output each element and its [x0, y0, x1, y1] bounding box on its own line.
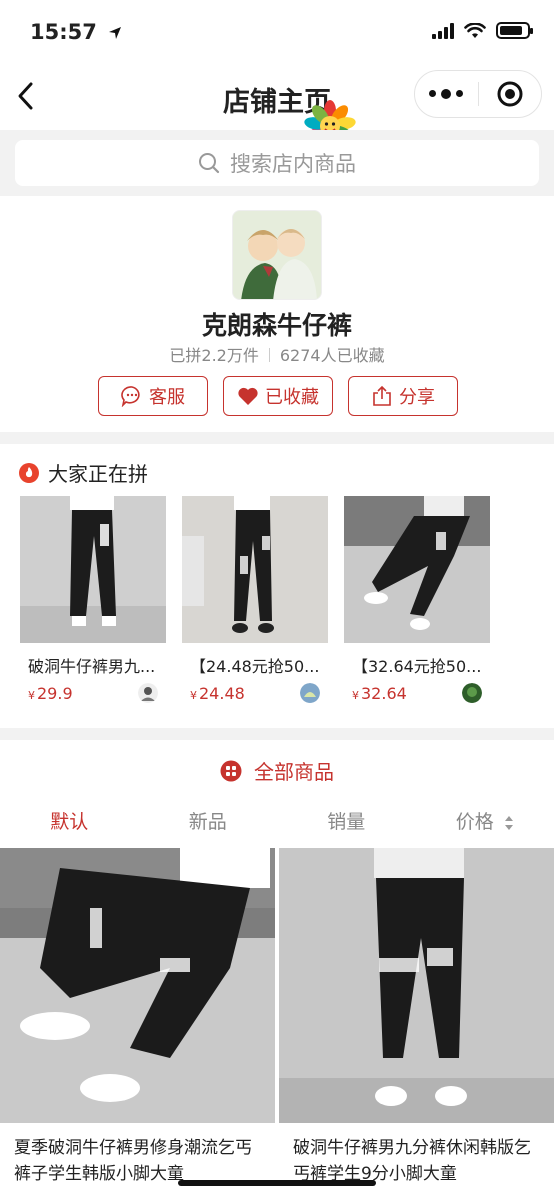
group-product-item[interactable]: 破洞牛仔裤男九... ¥29.9 — [20, 496, 166, 703]
search-input[interactable]: 搜索店内商品 — [15, 140, 539, 186]
search-area: 搜索店内商品 — [0, 130, 554, 196]
sort-tab-price-label: 价格 — [455, 811, 494, 833]
customer-service-button[interactable]: 客服 — [98, 376, 208, 416]
goods-item[interactable]: 破洞牛仔裤男九分裤休闲韩版乞丐裤学生9分小脚大童 — [279, 848, 554, 1187]
product-image[interactable] — [182, 496, 328, 643]
group-section-title: 大家正在拼 — [48, 462, 148, 486]
stats-divider — [268, 348, 270, 362]
group-product-list: 破洞牛仔裤男九... ¥29.9 【24.48元抢50... ¥24.48 【3… — [20, 496, 490, 703]
location-arrow-icon — [109, 27, 122, 39]
customer-service-label: 客服 — [149, 387, 185, 408]
shop-info-card: 克朗森牛仔裤 已拼2.2万件 6274人已收藏 客服 已收藏 分享 — [0, 196, 554, 432]
product-image[interactable] — [344, 496, 490, 643]
share-label: 分享 — [399, 387, 435, 408]
group-product-footer: ¥29.9 — [20, 683, 166, 703]
status-time: 15:57 — [30, 20, 122, 44]
sold-count: 已拼2.2万件 — [169, 346, 259, 365]
currency-symbol: ¥ — [28, 688, 35, 702]
heart-icon — [238, 387, 258, 405]
group-product-price: ¥29.9 — [28, 684, 73, 703]
search-placeholder: 搜索店内商品 — [230, 152, 356, 176]
product-image[interactable] — [0, 848, 275, 1123]
sort-bar: 默认 新品 销量 价格 — [0, 802, 554, 842]
mini-program-capsule — [414, 70, 542, 118]
sort-tab-price[interactable]: 价格 — [416, 802, 554, 842]
close-mini-program-icon[interactable] — [479, 80, 542, 108]
clock-text: 15:57 — [30, 20, 97, 44]
fire-icon — [19, 462, 39, 483]
group-section-header: 大家正在拼 — [18, 458, 148, 487]
status-bar: 15:57 — [0, 0, 554, 64]
favorites-count: 6274人已收藏 — [279, 346, 385, 365]
share-icon — [373, 385, 391, 406]
goods-name: 夏季破洞牛仔裤男修身潮流乞丐裤子学生韩版小脚大童 — [14, 1138, 252, 1184]
navigation-bar: 店铺主页 — [0, 64, 554, 130]
shop-avatar[interactable] — [232, 210, 322, 300]
home-indicator — [178, 1180, 376, 1186]
all-goods-title: 全部商品 — [254, 760, 334, 784]
sort-tab-sales[interactable]: 销量 — [277, 802, 416, 842]
sort-tab-new[interactable]: 新品 — [139, 802, 278, 842]
group-product-item[interactable]: 【32.64元抢50... ¥32.64 — [344, 496, 490, 703]
wifi-icon — [464, 22, 486, 38]
buyer-avatar — [300, 683, 320, 703]
price-value: 32.64 — [361, 683, 407, 703]
group-product-name: 破洞牛仔裤男九... — [28, 657, 156, 676]
group-product-footer: ¥24.48 — [182, 683, 328, 703]
share-button[interactable]: 分享 — [348, 376, 458, 416]
buyer-avatar — [138, 683, 158, 703]
all-goods-header: 全部商品 — [0, 756, 554, 785]
group-product-name: 【32.64元抢50... — [352, 657, 482, 676]
group-product-item[interactable]: 【24.48元抢50... ¥24.48 — [182, 496, 328, 703]
favorite-button[interactable]: 已收藏 — [223, 376, 333, 416]
battery-icon — [496, 22, 533, 39]
goods-name: 破洞牛仔裤男九分裤休闲韩版乞丐裤学生9分小脚大童 — [293, 1138, 531, 1184]
sort-tab-default[interactable]: 默认 — [0, 802, 139, 842]
more-options-icon[interactable] — [415, 88, 478, 99]
shop-name: 克朗森牛仔裤 — [201, 311, 352, 340]
group-product-price: ¥32.64 — [352, 684, 407, 703]
product-image[interactable] — [279, 848, 554, 1123]
currency-symbol: ¥ — [352, 688, 359, 702]
group-buying-section: 大家正在拼 破洞牛仔裤男九... ¥29.9 【24.48元抢50... ¥ 2… — [0, 444, 554, 728]
group-product-name: 【24.48元抢50... — [190, 657, 320, 676]
goods-grid: 夏季破洞牛仔裤男修身潮流乞丐裤子学生韩版小脚大童 破洞牛仔裤男九分裤休闲韩版乞丐… — [0, 848, 554, 1187]
currency-symbol: ¥ — [190, 688, 197, 702]
chat-bubble-icon — [121, 386, 140, 407]
price-value: 29.9 — [37, 683, 73, 703]
search-icon — [199, 153, 220, 174]
goods-item[interactable]: 夏季破洞牛仔裤男修身潮流乞丐裤子学生韩版小脚大童 — [0, 848, 275, 1187]
sort-arrows-icon — [504, 815, 513, 830]
battery-level — [500, 26, 523, 35]
shop-stats: 已拼2.2万件 6274人已收藏 — [0, 342, 554, 366]
product-image[interactable] — [20, 496, 166, 643]
group-product-footer: ¥32.64 — [344, 683, 490, 703]
all-goods-section: 全部商品 默认 新品 销量 价格 夏季破洞牛仔裤男修身潮流乞丐裤子学生韩版小脚大… — [0, 740, 554, 1200]
price-value: 24.48 — [199, 683, 245, 703]
grid-category-icon — [220, 760, 242, 781]
status-icons — [432, 22, 533, 39]
favorite-label: 已收藏 — [265, 387, 319, 408]
buyer-avatar — [462, 683, 482, 703]
cellular-signal-icon — [432, 22, 454, 39]
group-product-price: ¥24.48 — [190, 684, 245, 703]
shop-actions: 客服 已收藏 分享 — [98, 376, 458, 416]
